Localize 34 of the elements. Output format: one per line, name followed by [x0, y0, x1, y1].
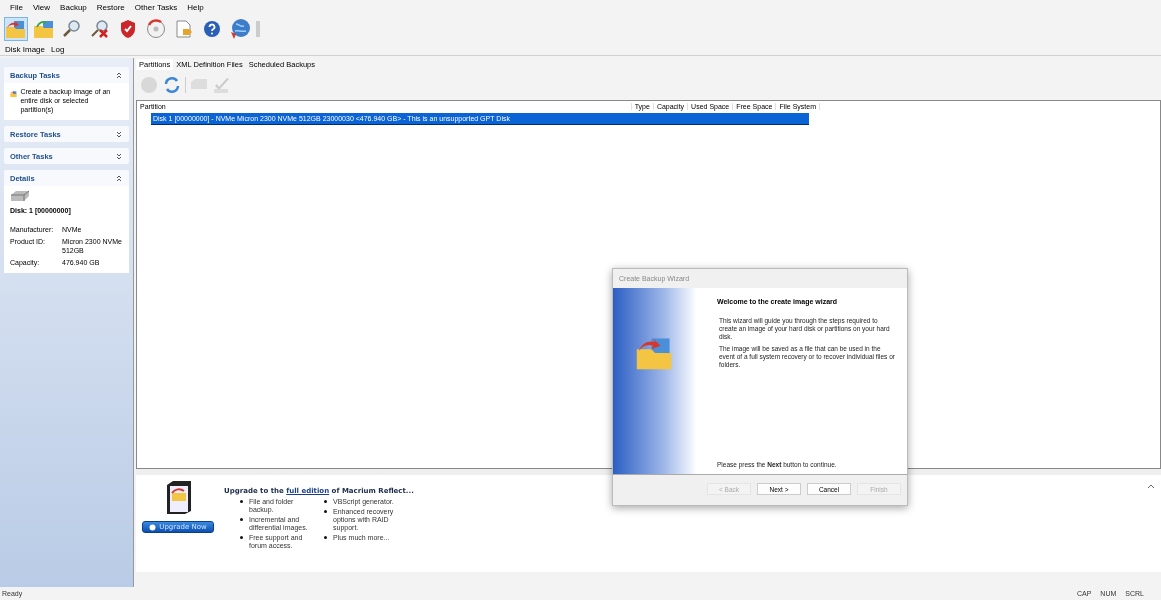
menu-item[interactable]: View — [32, 3, 51, 12]
collapse-icon[interactable] — [115, 71, 123, 79]
menu-item[interactable]: File — [10, 3, 23, 12]
delete-icon — [90, 19, 110, 39]
toolbar-button[interactable] — [228, 17, 252, 41]
expand-icon[interactable] — [115, 152, 123, 160]
view-tab[interactable]: Log — [51, 44, 65, 54]
magnifier-icon — [62, 19, 82, 39]
globe-icon — [229, 18, 251, 40]
refresh-icon[interactable] — [162, 75, 182, 95]
collapse-icon[interactable] — [115, 174, 123, 182]
bullet-icon — [324, 500, 327, 503]
hard-drive-icon — [10, 190, 30, 202]
help-icon — [203, 20, 221, 38]
menu-item[interactable]: Other Tasks — [134, 3, 178, 12]
document-icon — [174, 19, 194, 39]
bullet-icon — [240, 536, 243, 539]
bullet-icon — [324, 510, 327, 513]
folder-arrow-icon — [5, 19, 27, 39]
shield-icon — [119, 19, 137, 39]
menu-item[interactable]: Help — [187, 3, 204, 12]
menu-item[interactable]: Backup — [60, 3, 87, 12]
bullet-icon — [240, 518, 243, 521]
toolbar-button[interactable] — [144, 17, 168, 41]
bullet-icon — [324, 536, 327, 539]
view-tab[interactable]: Disk Image — [5, 44, 45, 54]
checkmark-icon[interactable] — [212, 75, 232, 95]
scroll-up-icon[interactable] — [1147, 483, 1155, 489]
expand-icon[interactable] — [115, 130, 123, 138]
bullet-icon — [240, 500, 243, 503]
menu-item[interactable]: Restore — [96, 3, 125, 12]
disc-icon — [146, 19, 166, 39]
folder-icon — [33, 19, 55, 39]
toolbar-button[interactable] — [4, 17, 28, 41]
